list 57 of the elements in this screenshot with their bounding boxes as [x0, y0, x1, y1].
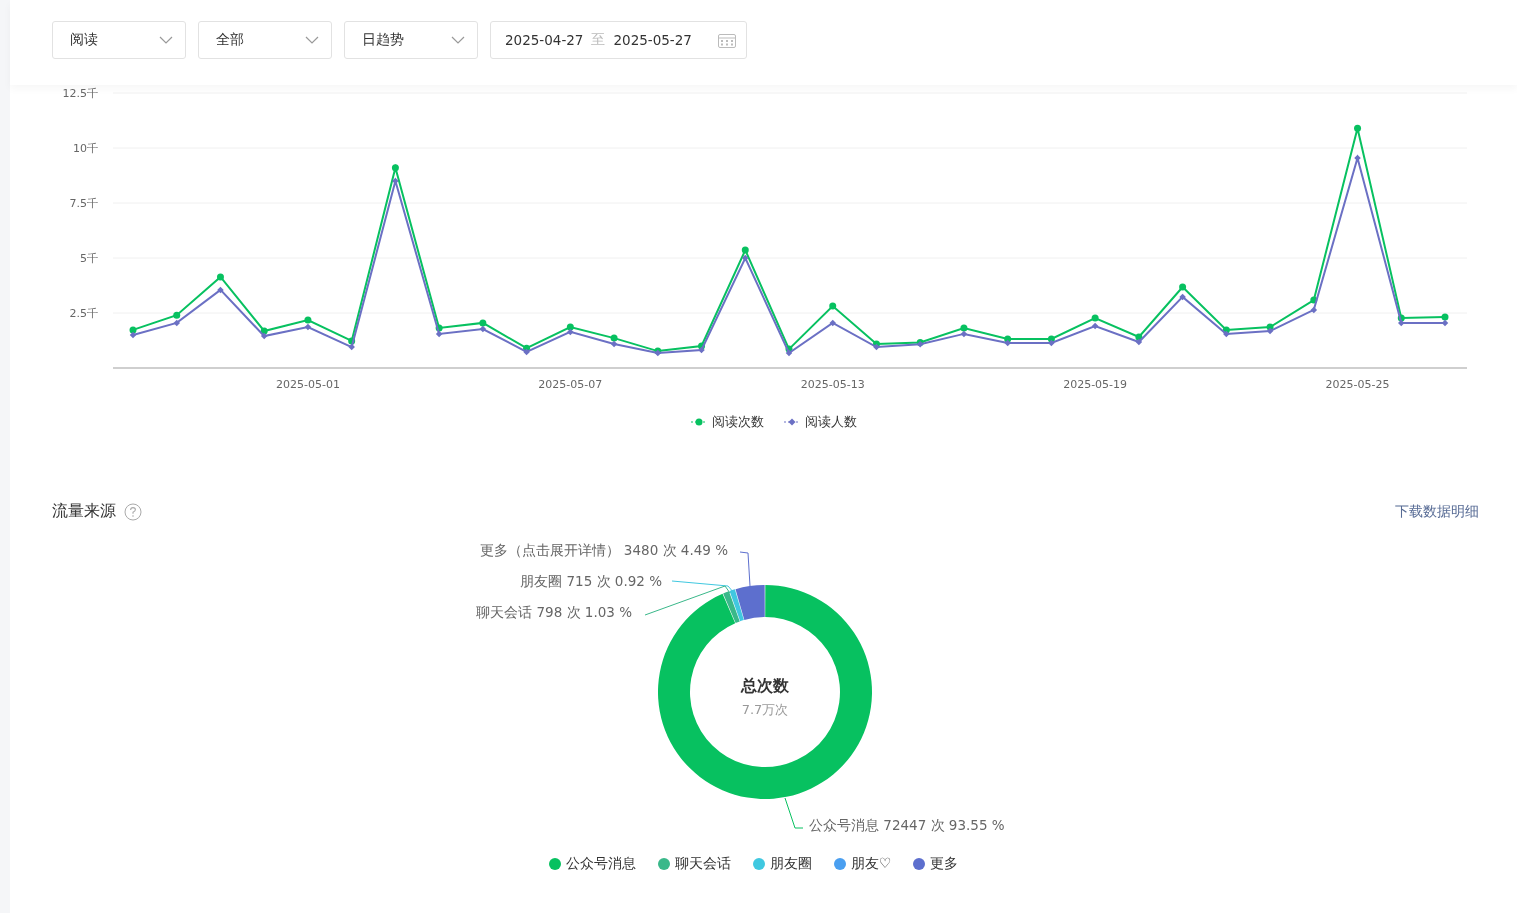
- x-axis-label: 2025-05-13: [800, 378, 865, 391]
- legend-label[interactable]: 更多: [930, 855, 959, 873]
- section-title: 流量来源: [52, 501, 116, 522]
- donut-slice[interactable]: [658, 585, 872, 799]
- leader-line: [784, 797, 804, 829]
- donut-slice[interactable]: [729, 589, 744, 622]
- caret-icon: [451, 36, 465, 44]
- end-date: 2025-05-27: [613, 32, 692, 48]
- data-point: [1310, 306, 1318, 314]
- legend-label[interactable]: 朋友♡: [850, 855, 892, 873]
- legend-marker-icon: [690, 418, 707, 426]
- y-axis-label: 7.5千: [69, 197, 98, 210]
- caret-icon: [305, 36, 319, 44]
- slice-label: 更多（点击展开详情） 3480 次 4.49 %: [479, 542, 728, 558]
- slice-label: 聊天会话 798 次 1.03 %: [476, 604, 632, 620]
- data-point: [216, 273, 224, 281]
- data-point: [391, 164, 399, 172]
- slice-label: 朋友圈 715 次 0.92 %: [520, 573, 662, 589]
- data-point: [1179, 293, 1186, 301]
- y-axis-label: 5千: [80, 252, 98, 265]
- x-axis-label: 2025-05-19: [1063, 378, 1128, 391]
- data-point: [392, 177, 399, 185]
- legend-label[interactable]: 公众号消息: [565, 855, 636, 873]
- dropdown-select[interactable]: 阅读: [52, 21, 186, 59]
- legend-label[interactable]: 阅读次数: [711, 413, 764, 431]
- data-point: [1354, 154, 1361, 162]
- date-range-field[interactable]: 2025-04-27 至 2025-05-27: [490, 21, 747, 59]
- calendar-icon: [718, 32, 736, 48]
- date-separator: 至: [591, 31, 606, 49]
- dropdown-select[interactable]: 全部: [198, 21, 332, 59]
- legend-label[interactable]: 朋友圈: [769, 855, 812, 873]
- download-link[interactable]: 下载数据明细: [1395, 502, 1479, 521]
- slice-label: 公众号消息 72447 次 93.55 %: [809, 817, 1005, 833]
- donut-center-value: 7.7万次: [741, 702, 789, 717]
- data-point: [1310, 296, 1318, 304]
- help-icon[interactable]: [124, 502, 142, 521]
- legend-marker-icon: [783, 418, 800, 426]
- dropdown-select[interactable]: 日趋势: [344, 21, 478, 59]
- data-point: [1179, 283, 1187, 291]
- leader-line: [739, 551, 751, 587]
- start-date: 2025-04-27: [505, 32, 584, 48]
- x-axis-label: 2025-05-01: [275, 378, 340, 391]
- caret-icon: [159, 36, 173, 44]
- legend-label[interactable]: 阅读人数: [804, 413, 857, 431]
- x-axis-label: 2025-05-07: [538, 378, 603, 391]
- y-axis-label: 2.5千: [69, 307, 98, 320]
- y-axis-label: 12.5千: [62, 87, 98, 100]
- donut-center-title: 总次数: [741, 676, 789, 695]
- legend-label[interactable]: 聊天会话: [674, 855, 731, 873]
- data-point: [217, 286, 224, 294]
- x-axis-label: 2025-05-25: [1325, 378, 1390, 391]
- donut-slice[interactable]: [735, 585, 765, 620]
- data-point: [1354, 124, 1362, 132]
- donut-slice[interactable]: [723, 591, 740, 623]
- y-axis-label: 10千: [73, 142, 98, 155]
- data-point: [829, 319, 836, 327]
- data-point: [829, 302, 837, 310]
